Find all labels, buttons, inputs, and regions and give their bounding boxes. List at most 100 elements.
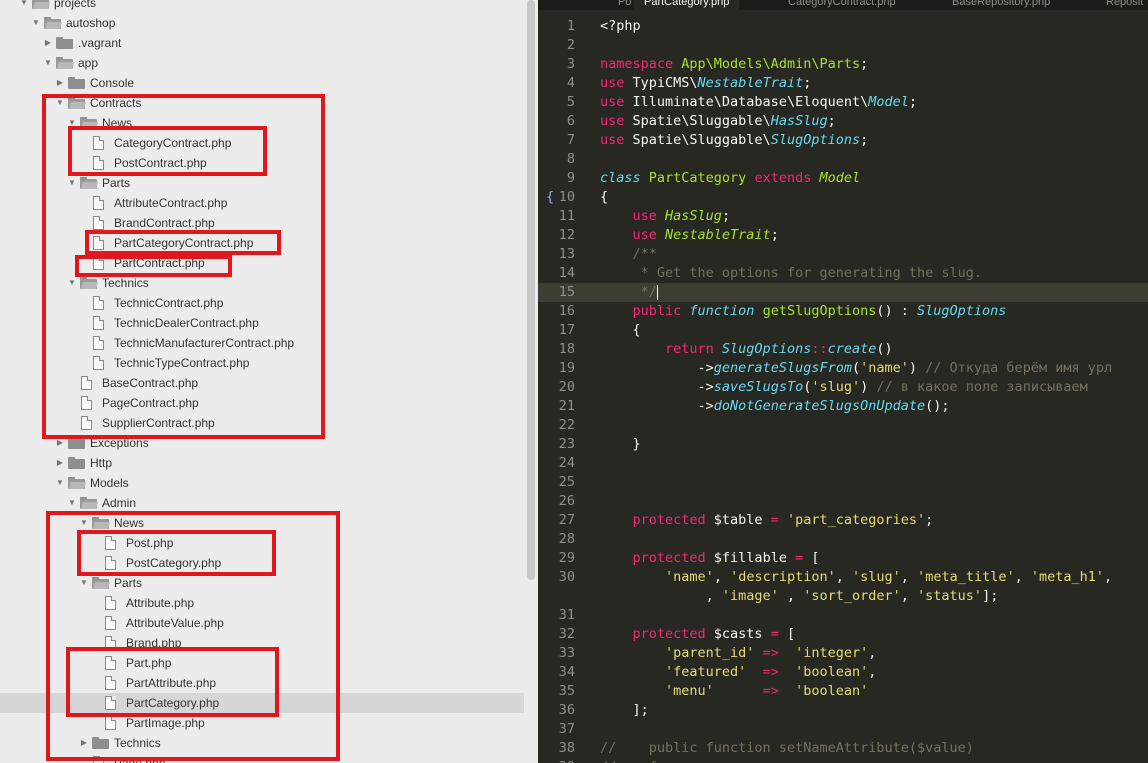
tree-file[interactable]: PageContract.php xyxy=(0,393,524,413)
code-line[interactable]: 16 public function getSlugOptions() : Sl… xyxy=(538,302,1148,321)
tree-folder[interactable]: ▶ Console xyxy=(0,73,524,93)
chevron-down-icon[interactable]: ▼ xyxy=(79,513,89,533)
code-line[interactable]: 36 ]; xyxy=(538,701,1148,720)
editor-tab[interactable]: CategoryContract.php xyxy=(788,0,896,10)
code-editor[interactable]: Po PartCategory.php CategoryContract.php Ba… xyxy=(538,0,1148,763)
code-line[interactable]: 4 use TypiCMS\NestableTrait; xyxy=(538,74,1148,93)
chevron-down-icon[interactable]: ▼ xyxy=(79,573,89,593)
tree-folder[interactable]: ▼ Technics xyxy=(0,273,524,293)
chevron-right-icon[interactable]: ▶ xyxy=(43,33,53,53)
code-line[interactable]: 5 use Illuminate\Database\Eloquent\Model; xyxy=(538,93,1148,112)
tree-folder[interactable]: ▼ app xyxy=(0,53,524,73)
chevron-down-icon[interactable]: ▼ xyxy=(67,113,77,133)
code-line[interactable]: 27 protected $table = 'part_categories'; xyxy=(538,511,1148,530)
sidebar-scrollbar[interactable] xyxy=(527,0,535,580)
tree-file[interactable]: PostContract.php xyxy=(0,153,524,173)
editor-tab[interactable]: BaseRepository.php xyxy=(952,0,1050,10)
code-line[interactable]: 20 ->saveSlugsTo('slug') // в какое поле… xyxy=(538,378,1148,397)
code-line[interactable]: , 'image' , 'sort_order', 'status']; xyxy=(538,587,1148,606)
tree-file[interactable]: AttributeContract.php xyxy=(0,193,524,213)
tree-file[interactable]: Page.php xyxy=(0,753,524,763)
tree-file[interactable]: CategoryContract.php xyxy=(0,133,524,153)
editor-tab[interactable]: PartCategory.php xyxy=(634,0,740,10)
code-line[interactable]: 13 /** xyxy=(538,245,1148,264)
code-line[interactable]: 24 xyxy=(538,454,1148,473)
tree-folder[interactable]: ▶ Http xyxy=(0,453,524,473)
code-line[interactable]: 9 class PartCategory extends Model xyxy=(538,169,1148,188)
code-line[interactable]: 15 */ xyxy=(538,283,1148,302)
code-line[interactable]: 35 'menu' => 'boolean' xyxy=(538,682,1148,701)
tree-file[interactable]: TechnicTypeContract.php xyxy=(0,353,524,373)
code-line[interactable]: 31 xyxy=(538,606,1148,625)
tree-folder[interactable]: ▼ Parts xyxy=(0,573,524,593)
tree-file[interactable]: PartCategory.php xyxy=(0,693,524,713)
code-line[interactable]: 8 xyxy=(538,150,1148,169)
code-line[interactable]: 2 xyxy=(538,36,1148,55)
tree-folder[interactable]: ▼ News xyxy=(0,513,524,533)
code-line[interactable]: 38 // public function setNameAttribute($v… xyxy=(538,739,1148,758)
code-line[interactable]: 3 namespace App\Models\Admin\Parts; xyxy=(538,55,1148,74)
tree-file[interactable]: Part.php xyxy=(0,653,524,673)
code-line[interactable]: 32 protected $casts = [ xyxy=(538,625,1148,644)
tree-folder[interactable]: ▼ Models xyxy=(0,473,524,493)
chevron-down-icon[interactable]: ▼ xyxy=(67,173,77,193)
tree-file[interactable]: SupplierContract.php xyxy=(0,413,524,433)
code-line[interactable]: 39 // { xyxy=(538,758,1148,763)
code-line[interactable]: 12 use NestableTrait; xyxy=(538,226,1148,245)
code-line[interactable]: 21 ->doNotGenerateSlugsOnUpdate(); xyxy=(538,397,1148,416)
tree-folder[interactable]: ▶ .vagrant xyxy=(0,33,524,53)
code-line[interactable]: 17 { xyxy=(538,321,1148,340)
code-line[interactable]: 34 'featured' => 'boolean', xyxy=(538,663,1148,682)
tree-folder[interactable]: ▶ Exceptions xyxy=(0,433,524,453)
tree-file[interactable]: TechnicManufacturerContract.php xyxy=(0,333,524,353)
chevron-right-icon[interactable]: ▶ xyxy=(55,73,65,93)
chevron-right-icon[interactable]: ▶ xyxy=(55,453,65,473)
code-line[interactable]: 6 use Spatie\Sluggable\HasSlug; xyxy=(538,112,1148,131)
code-line[interactable]: 26 xyxy=(538,492,1148,511)
chevron-right-icon[interactable]: ▶ xyxy=(79,733,89,753)
tree-file[interactable]: PartCategoryContract.php xyxy=(0,233,524,253)
chevron-down-icon[interactable]: ▼ xyxy=(19,0,29,13)
chevron-down-icon[interactable]: ▼ xyxy=(55,93,65,113)
chevron-down-icon[interactable]: ▼ xyxy=(67,493,77,513)
code-line[interactable]: 33 'parent_id' => 'integer', xyxy=(538,644,1148,663)
chevron-down-icon[interactable]: ▼ xyxy=(43,53,53,73)
code-line[interactable]: 29 protected $fillable = [ xyxy=(538,549,1148,568)
code-line[interactable]: 23 } xyxy=(538,435,1148,454)
tree-file[interactable]: TechnicDealerContract.php xyxy=(0,313,524,333)
code-line[interactable]: {10{ xyxy=(538,188,1148,207)
editor-tab[interactable]: Po xyxy=(618,0,631,10)
tree-file[interactable]: PartAttribute.php xyxy=(0,673,524,693)
code-line[interactable]: 37 xyxy=(538,720,1148,739)
code-line[interactable]: 14 * Get the options for generating the … xyxy=(538,264,1148,283)
tree-file[interactable]: Post.php xyxy=(0,533,524,553)
code-line[interactable]: 28 xyxy=(538,530,1148,549)
tree-folder[interactable]: ▼ Contracts xyxy=(0,93,524,113)
chevron-down-icon[interactable]: ▼ xyxy=(67,273,77,293)
tree-file[interactable]: TechnicContract.php xyxy=(0,293,524,313)
tree-file[interactable]: BrandContract.php xyxy=(0,213,524,233)
code-line[interactable]: 30 'name', 'description', 'slug', 'meta_… xyxy=(538,568,1148,587)
tree-file[interactable]: PartImage.php xyxy=(0,713,524,733)
tree-folder[interactable]: ▼ autoshop xyxy=(0,13,524,33)
tree-file[interactable]: Brand.php xyxy=(0,633,524,653)
tree-file[interactable]: BaseContract.php xyxy=(0,373,524,393)
chevron-down-icon[interactable]: ▼ xyxy=(55,473,65,493)
code-line[interactable]: 1 <?php xyxy=(538,17,1148,36)
tree-file[interactable]: PostCategory.php xyxy=(0,553,524,573)
tree-folder[interactable]: ▼ Admin xyxy=(0,493,524,513)
chevron-down-icon[interactable]: ▼ xyxy=(31,13,41,33)
tree-folder[interactable]: ▼ News xyxy=(0,113,524,133)
code-line[interactable]: 22 xyxy=(538,416,1148,435)
editor-tab[interactable]: Reposit xyxy=(1106,0,1143,10)
tree-file[interactable]: Attribute.php xyxy=(0,593,524,613)
tree-folder[interactable]: ▶ Technics xyxy=(0,733,524,753)
code-line[interactable]: 25 xyxy=(538,473,1148,492)
code-line[interactable]: 7 use Spatie\Sluggable\SlugOptions; xyxy=(538,131,1148,150)
chevron-right-icon[interactable]: ▶ xyxy=(55,433,65,453)
tree-file[interactable]: AttributeValue.php xyxy=(0,613,524,633)
code-line[interactable]: 11 use HasSlug; xyxy=(538,207,1148,226)
code-line[interactable]: 18 return SlugOptions::create() xyxy=(538,340,1148,359)
code-line[interactable]: 19 ->generateSlugsFrom('name') // Откуда… xyxy=(538,359,1148,378)
tree-file[interactable]: PartContract.php xyxy=(0,253,524,273)
